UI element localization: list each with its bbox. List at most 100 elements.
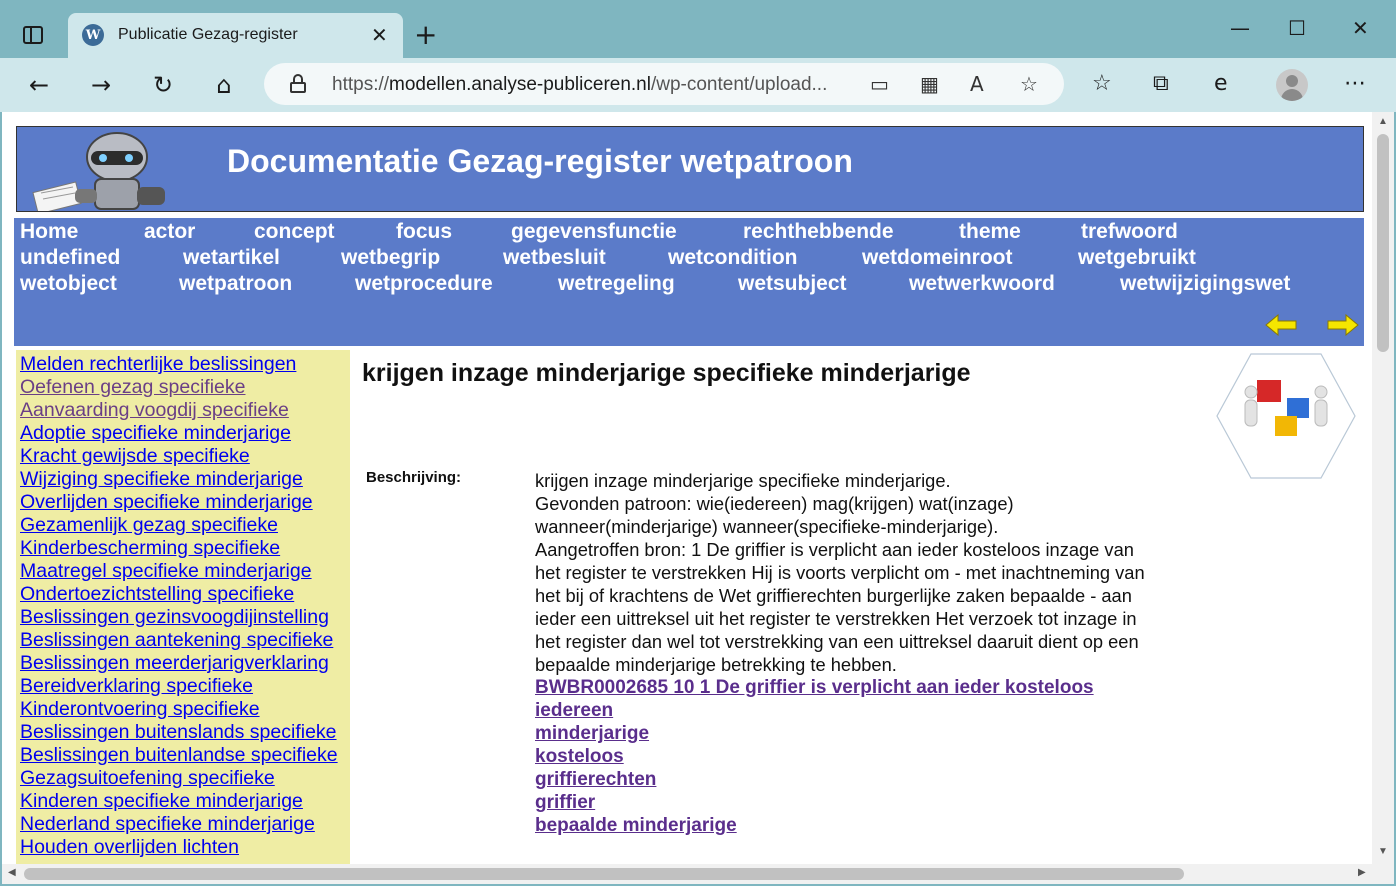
vertical-scrollbar[interactable]: ▲ ▼ bbox=[1372, 112, 1394, 864]
back-button[interactable]: ← bbox=[22, 68, 56, 102]
reader-view-icon[interactable]: ▭ bbox=[870, 72, 889, 96]
menu-item-wetregeling[interactable]: wetregeling bbox=[558, 272, 675, 296]
more-menu-icon[interactable]: ⋯ bbox=[1344, 71, 1366, 96]
sidebar-link[interactable]: Beslissingen aantekening specifieke bbox=[20, 629, 333, 652]
tab-actions-icon[interactable] bbox=[18, 20, 48, 50]
sidebar-link[interactable]: Wijziging specifieke minderjarige bbox=[20, 468, 303, 491]
ie-mode-icon[interactable]: e bbox=[1214, 71, 1228, 96]
description-label: Beschrijving: bbox=[366, 469, 462, 486]
menu-item-focus[interactable]: focus bbox=[396, 220, 452, 244]
content-link[interactable]: minderjarige bbox=[535, 722, 1094, 745]
description-line: Gevonden patroon: wie(iedereen) mag(krij… bbox=[535, 493, 1014, 514]
vertical-scroll-thumb[interactable] bbox=[1377, 134, 1389, 352]
address-bar[interactable]: https://modellen.analyse-publiceren.nl/w… bbox=[264, 63, 1064, 105]
sidebar-link[interactable]: Kracht gewijsde specifieke bbox=[20, 445, 250, 468]
sidebar-link[interactable]: Beslissingen gezinsvoogdijinstelling bbox=[20, 606, 329, 629]
sidebar-link[interactable]: Kinderen specifieke minderjarige bbox=[20, 790, 303, 813]
menu-item-wetcondition[interactable]: wetcondition bbox=[668, 246, 798, 270]
menu-item-wetwerkwoord[interactable]: wetwerkwoord bbox=[909, 272, 1055, 296]
sidebar-link[interactable]: Kinderbescherming specifieke bbox=[20, 537, 280, 560]
description-line: het register te verstrekken Hij is voort… bbox=[535, 562, 1145, 583]
content-link[interactable]: griffier bbox=[535, 791, 1094, 814]
content-link[interactable]: kosteloos bbox=[535, 745, 1094, 768]
menu-item-concept[interactable]: concept bbox=[254, 220, 335, 244]
menu-item-wetprocedure[interactable]: wetprocedure bbox=[355, 272, 493, 296]
forward-button[interactable]: → bbox=[84, 68, 118, 102]
menu-item-undefined[interactable]: undefined bbox=[20, 246, 120, 270]
sidebar-link[interactable]: Aanvaarding voogdij specifieke bbox=[20, 399, 289, 422]
sidebar-link[interactable]: Maatregel specifieke minderjarige bbox=[20, 560, 312, 583]
page-banner: Documentatie Gezag-register wetpatroon bbox=[16, 126, 1364, 212]
sidebar: Melden rechterlijke beslissingen Oefenen … bbox=[16, 350, 350, 870]
next-arrow-icon[interactable] bbox=[1324, 314, 1360, 336]
close-button[interactable]: ✕ bbox=[1352, 16, 1369, 40]
maximize-button[interactable]: ☐ bbox=[1288, 16, 1306, 40]
scroll-up-icon[interactable]: ▲ bbox=[1378, 116, 1388, 127]
profile-avatar[interactable] bbox=[1276, 69, 1308, 101]
content-title: krijgen inzage minderjarige specifieke m… bbox=[362, 359, 971, 387]
description-line: Aangetroffen bron: 1 De griffier is verp… bbox=[535, 539, 1134, 560]
content-links: BWBR0002685 10 1 De griffier is verplich… bbox=[535, 676, 1094, 837]
read-aloud-icon[interactable]: A bbox=[970, 72, 984, 96]
sidebar-link[interactable]: Beslissingen buitenlandse specifieke bbox=[20, 744, 338, 767]
sidebar-link[interactable]: Overlijden specifieke minderjarige bbox=[20, 491, 313, 514]
sidebar-link[interactable]: Bereidverklaring specifieke bbox=[20, 675, 253, 698]
apps-icon[interactable]: ▦ bbox=[920, 72, 939, 96]
description-line: het register dan wel tot verstrekking va… bbox=[535, 631, 1139, 652]
sidebar-link[interactable]: Oefenen gezag specifieke bbox=[20, 376, 246, 399]
horizontal-scroll-thumb[interactable] bbox=[24, 868, 1184, 880]
scroll-left-icon[interactable]: ◀ bbox=[8, 867, 16, 878]
previous-arrow-icon[interactable] bbox=[1264, 314, 1300, 336]
sidebar-link[interactable]: Adoptie specifieke minderjarige bbox=[20, 422, 291, 445]
scroll-right-icon[interactable]: ▶ bbox=[1358, 867, 1366, 878]
tab-close-icon[interactable]: ✕ bbox=[371, 23, 388, 48]
wordpress-icon: W bbox=[82, 24, 104, 46]
menu-item-wetbesluit[interactable]: wetbesluit bbox=[503, 246, 606, 270]
horizontal-scrollbar[interactable]: ◀ ▶ bbox=[2, 864, 1394, 884]
browser-tab[interactable]: W Publicatie Gezag-register ✕ bbox=[68, 13, 403, 58]
banner-title: Documentatie Gezag-register wetpatroon bbox=[227, 143, 853, 179]
new-tab-button[interactable]: + bbox=[414, 18, 437, 51]
reload-button[interactable]: ↻ bbox=[146, 68, 180, 102]
sidebar-link[interactable]: Kinderontvoering specifieke bbox=[20, 698, 260, 721]
description-line: ieder een uittreksel uit het register te… bbox=[535, 608, 1137, 629]
menu-item-rechthebbende[interactable]: rechthebbende bbox=[743, 220, 894, 244]
sidebar-link[interactable]: Melden rechterlijke beslissingen bbox=[20, 353, 296, 376]
menu-item-wetgebruikt[interactable]: wetgebruikt bbox=[1078, 246, 1196, 270]
description-line: bepaalde minderjarige betrekking te hebb… bbox=[535, 654, 897, 675]
menu-item-gegevensfunctie[interactable]: gegevensfunctie bbox=[511, 220, 677, 244]
url-text[interactable]: https://modellen.analyse-publiceren.nl/w… bbox=[332, 74, 857, 96]
content-link[interactable]: bepaalde minderjarige bbox=[535, 814, 1094, 837]
sidebar-link[interactable]: Gezagsuitoefening specifieke bbox=[20, 767, 275, 790]
menu-item-theme[interactable]: theme bbox=[959, 220, 1021, 244]
menu-item-wetartikel[interactable]: wetartikel bbox=[183, 246, 280, 270]
menu-item-wetbegrip[interactable]: wetbegrip bbox=[341, 246, 440, 270]
menu-item-wetdomeinroot[interactable]: wetdomeinroot bbox=[862, 246, 1013, 270]
minimize-button[interactable]: — bbox=[1230, 16, 1250, 40]
content-link[interactable]: griffierechten bbox=[535, 768, 1094, 791]
description-line: krijgen inzage minderjarige specifieke m… bbox=[535, 470, 951, 491]
menu-item-actor[interactable]: actor bbox=[144, 220, 195, 244]
sidebar-link[interactable]: Houden overlijden lichten bbox=[20, 836, 239, 859]
menu-item-trefwoord[interactable]: trefwoord bbox=[1081, 220, 1178, 244]
sidebar-link[interactable]: Beslissingen buitenslands specifieke bbox=[20, 721, 337, 744]
content-link[interactable]: iedereen bbox=[535, 699, 1094, 722]
robot-icon bbox=[32, 132, 165, 211]
lock-icon[interactable] bbox=[290, 74, 306, 93]
collections-icon[interactable]: ⧉ bbox=[1153, 71, 1169, 96]
sidebar-link[interactable]: Ondertoezichtstelling specifieke bbox=[20, 583, 294, 606]
home-button[interactable]: ⌂ bbox=[207, 68, 241, 102]
menu-item-wetpatroon[interactable]: wetpatroon bbox=[179, 272, 292, 296]
menu-item-home[interactable]: Home bbox=[20, 220, 78, 244]
title-bar: W Publicatie Gezag-register ✕ + — ☐ ✕ bbox=[0, 0, 1396, 58]
sidebar-link[interactable]: Beslissingen meerderjarigverklaring bbox=[20, 652, 329, 675]
menu-item-wetobject[interactable]: wetobject bbox=[20, 272, 117, 296]
favorites-icon[interactable]: ☆ bbox=[1092, 71, 1112, 96]
sidebar-link[interactable]: Nederland specifieke minderjarige bbox=[20, 813, 315, 836]
sidebar-link[interactable]: Gezamenlijk gezag specifieke bbox=[20, 514, 278, 537]
content-link[interactable]: BWBR0002685 10 1 De griffier is verplich… bbox=[535, 676, 1094, 699]
menu-item-wetsubject[interactable]: wetsubject bbox=[738, 272, 847, 296]
menu-item-wetwijzigingswet[interactable]: wetwijzigingswet bbox=[1120, 272, 1290, 296]
scroll-down-icon[interactable]: ▼ bbox=[1378, 846, 1388, 857]
add-favorite-icon[interactable]: ☆ bbox=[1020, 72, 1038, 96]
